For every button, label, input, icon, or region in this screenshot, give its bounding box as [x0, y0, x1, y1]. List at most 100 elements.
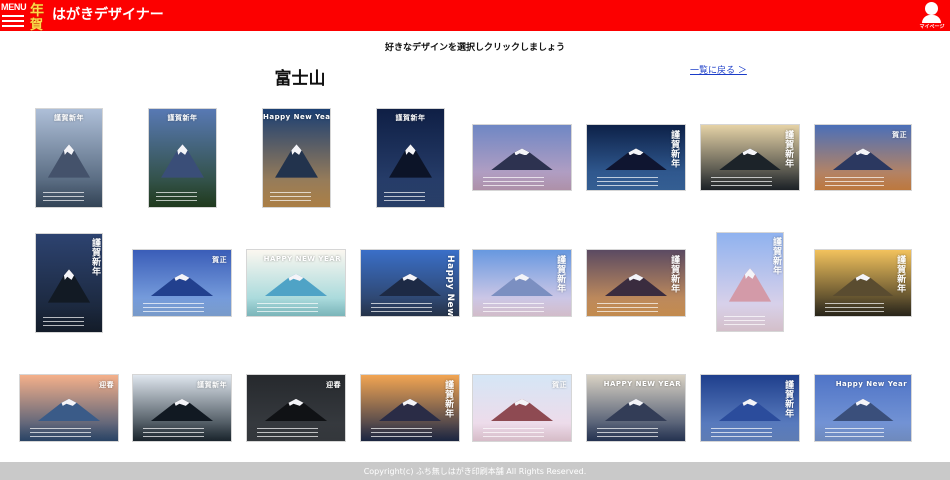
greeting-caption: 謹賀新年: [669, 255, 680, 294]
greeting-caption: HAPPY NEW YEAR: [603, 380, 682, 389]
greeting-caption: 謹賀新年: [197, 381, 228, 390]
greeting-caption: Happy New Year: [263, 112, 330, 121]
mount-fuji-illustration: [490, 398, 554, 422]
design-thumbnail[interactable]: 謹賀新年: [587, 250, 685, 316]
message-text-lines: [142, 300, 204, 313]
greeting-caption: 謹賀新年: [443, 380, 454, 419]
message-text-lines: [824, 174, 885, 187]
header-bar: MENU 年 賀 はがきデザイナー マイページ: [0, 0, 950, 33]
message-text-lines: [596, 300, 658, 313]
mount-fuji-illustration: [604, 148, 668, 171]
mount-fuji-illustration: [37, 398, 101, 422]
mount-fuji-illustration: [275, 144, 318, 178]
mount-fuji-illustration: [161, 144, 204, 178]
message-text-lines: [370, 300, 432, 313]
greeting-caption: 謹賀新年: [555, 255, 566, 294]
design-thumbnail[interactable]: 謹賀新年: [473, 250, 571, 316]
design-thumbnail[interactable]: 謹賀新年: [587, 125, 685, 190]
design-thumbnail[interactable]: [473, 125, 571, 190]
greeting-caption: 謹賀新年: [90, 237, 100, 276]
user-icon: [925, 2, 938, 15]
mount-fuji-illustration: [47, 144, 91, 178]
menu-button[interactable]: MENU: [1, 2, 27, 30]
design-thumbnail[interactable]: 謹賀新年: [717, 233, 783, 331]
mount-fuji-illustration: [490, 273, 554, 297]
message-text-lines: [42, 314, 84, 327]
mount-fuji-illustration: [150, 273, 214, 297]
nenga-logo[interactable]: 年 賀: [28, 1, 50, 33]
message-text-lines: [596, 425, 658, 438]
mount-fuji-illustration: [378, 398, 442, 422]
design-thumbnail[interactable]: 謹賀新年: [149, 109, 216, 207]
message-text-lines: [482, 425, 544, 438]
design-thumbnail[interactable]: 謹賀新年: [701, 125, 799, 190]
mount-fuji-illustration: [150, 398, 214, 422]
design-thumbnail[interactable]: HAPPY NEW YEAR: [247, 250, 345, 316]
mypage-label: マイページ: [919, 24, 945, 30]
mypage-button[interactable]: マイページ: [918, 2, 946, 31]
message-text-lines: [29, 425, 91, 438]
design-thumbnail[interactable]: Happy New Year: [361, 250, 459, 316]
mount-fuji-illustration: [832, 148, 894, 171]
design-thumbnail[interactable]: 謹賀新年: [361, 375, 459, 441]
greeting-caption: 賀正: [552, 381, 568, 390]
mount-fuji-illustration: [718, 148, 782, 171]
design-thumbnail[interactable]: 賀正: [133, 250, 231, 316]
greeting-caption: 賀正: [892, 131, 908, 140]
copyright-text: Copyright(c) ふち無しはがき印刷本舗 All Rights Rese…: [363, 467, 587, 476]
message-text-lines: [142, 425, 204, 438]
instruction-text: 好きなデザインを選択しクリックしましょう: [384, 43, 565, 53]
mount-fuji-illustration: [378, 273, 442, 297]
design-thumbnail[interactable]: Happy New Year: [263, 109, 330, 207]
category-title: 富士山: [274, 69, 326, 89]
message-text-lines: [269, 189, 312, 202]
greeting-caption: 謹賀新年: [54, 113, 84, 122]
greeting-caption: 謹賀新年: [669, 130, 680, 169]
message-text-lines: [824, 425, 885, 438]
greeting-caption: 賀正: [212, 256, 228, 265]
message-text-lines: [723, 313, 765, 326]
mount-fuji-illustration: [832, 398, 894, 422]
message-text-lines: [42, 189, 84, 202]
mount-fuji-illustration: [604, 273, 668, 297]
greeting-caption: 謹賀新年: [783, 380, 794, 419]
greeting-caption: 謹賀新年: [895, 255, 906, 294]
message-text-lines: [155, 189, 198, 202]
message-text-lines: [383, 189, 426, 202]
back-to-list-link[interactable]: 一覧に戻る ＞: [690, 63, 747, 76]
greeting-caption: 謹賀新年: [783, 130, 794, 169]
mount-fuji-illustration: [604, 398, 668, 422]
hamburger-icon: [2, 15, 24, 30]
greeting-caption: 迎春: [326, 381, 342, 390]
message-text-lines: [370, 425, 432, 438]
mount-fuji-illustration: [264, 398, 328, 422]
mount-fuji-illustration: [832, 273, 894, 297]
greeting-caption: Happy New Year: [445, 255, 456, 316]
design-thumbnail[interactable]: 謹賀新年: [36, 234, 102, 332]
design-thumbnail[interactable]: 謹賀新年: [701, 375, 799, 441]
mount-fuji-illustration: [389, 144, 432, 178]
greeting-caption: 謹賀新年: [167, 113, 198, 122]
greeting-caption: HAPPY NEW YEAR: [263, 255, 342, 264]
design-thumbnail[interactable]: 賀正: [473, 375, 571, 441]
design-thumbnail[interactable]: 迎春: [20, 375, 118, 441]
design-thumbnail[interactable]: 迎春: [247, 375, 345, 441]
message-text-lines: [710, 425, 772, 438]
message-text-lines: [482, 174, 544, 187]
greeting-caption: Happy New Year: [835, 380, 908, 389]
mount-fuji-illustration: [490, 148, 554, 171]
greeting-caption: 謹賀新年: [771, 236, 781, 275]
message-text-lines: [824, 300, 885, 313]
design-thumbnail[interactable]: 謹賀新年: [377, 109, 444, 207]
message-text-lines: [710, 174, 772, 187]
message-text-lines: [256, 300, 318, 313]
design-thumbnail[interactable]: 謹賀新年: [815, 250, 911, 316]
design-thumbnail[interactable]: 謹賀新年: [36, 109, 102, 207]
design-thumbnail[interactable]: Happy New Year: [815, 375, 911, 441]
design-thumbnail[interactable]: 謹賀新年: [133, 375, 231, 441]
design-thumbnail[interactable]: HAPPY NEW YEAR: [587, 375, 685, 441]
greeting-caption: 迎春: [99, 381, 115, 390]
greeting-caption: 謹賀新年: [395, 113, 426, 122]
app-title[interactable]: はがきデザイナー: [52, 4, 164, 24]
design-thumbnail[interactable]: 賀正: [815, 125, 911, 190]
